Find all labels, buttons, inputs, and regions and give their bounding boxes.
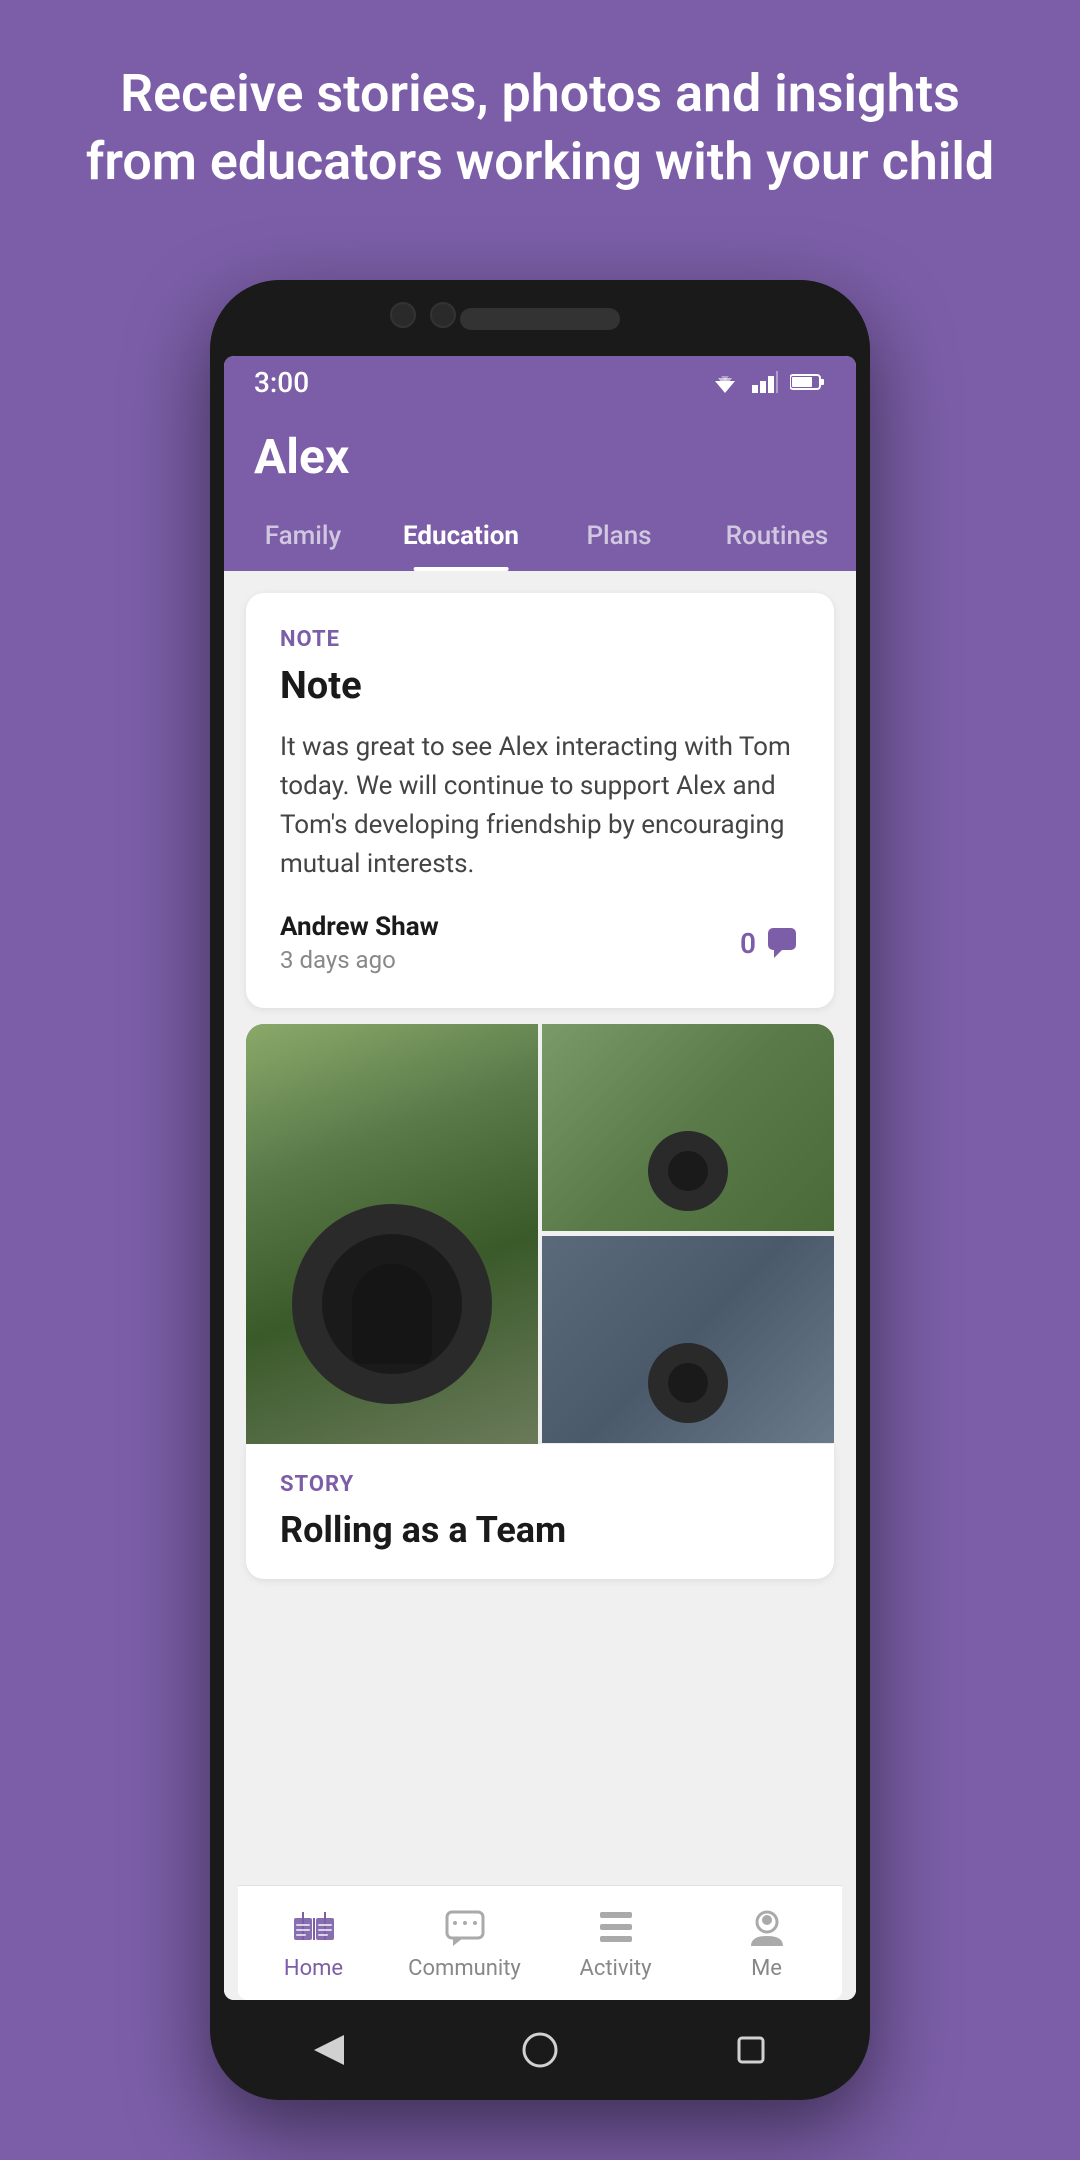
- nav-label-community: Community: [408, 1956, 521, 1981]
- comment-count: 0: [740, 927, 756, 960]
- community-svg: [443, 1908, 487, 1946]
- note-label: NOTE: [280, 627, 800, 652]
- phone-camera2: [430, 302, 456, 328]
- photo-bottom-right: [542, 1236, 834, 1443]
- recent-square-icon: [737, 2036, 765, 2064]
- app-title: Alex: [254, 428, 826, 501]
- community-icon: [439, 1906, 491, 1948]
- me-svg: [745, 1908, 789, 1946]
- battery-icon: [790, 373, 826, 391]
- activity-icon: [590, 1906, 642, 1948]
- note-card: NOTE Note It was great to see Alex inter…: [246, 593, 834, 1008]
- tab-family[interactable]: Family: [224, 501, 382, 571]
- home-svg: [292, 1908, 336, 1946]
- home-circle-icon: [522, 2032, 558, 2068]
- story-title: Rolling as a Team: [280, 1509, 800, 1551]
- note-body: It was great to see Alex interacting wit…: [280, 728, 800, 884]
- tab-plans[interactable]: Plans: [540, 501, 698, 571]
- phone-screen: 3:00: [224, 356, 856, 2000]
- content-area: NOTE Note It was great to see Alex inter…: [224, 571, 856, 2000]
- phone-bottom-bar: [224, 2000, 856, 2100]
- note-author: Andrew Shaw: [280, 912, 439, 942]
- nav-label-me: Me: [751, 1956, 782, 1981]
- nav-item-community[interactable]: Community: [389, 1906, 540, 1981]
- recent-button[interactable]: [731, 2030, 771, 2070]
- phone-frame: 3:00: [210, 280, 870, 2100]
- story-label: STORY: [280, 1472, 800, 1497]
- home-button[interactable]: [520, 2030, 560, 2070]
- app-header: Alex: [224, 408, 856, 501]
- home-icon: [288, 1906, 340, 1948]
- wifi-icon: [710, 371, 740, 393]
- phone-top: [210, 280, 870, 360]
- nav-label-home: Home: [284, 1956, 343, 1981]
- nav-item-me[interactable]: Me: [691, 1906, 842, 1981]
- phone-speaker: [460, 308, 620, 330]
- nav-item-home[interactable]: Home: [238, 1906, 389, 1981]
- note-footer: Andrew Shaw 3 days ago 0: [280, 912, 800, 974]
- note-author-section: Andrew Shaw 3 days ago: [280, 912, 439, 974]
- activity-svg: [594, 1908, 638, 1946]
- note-time: 3 days ago: [280, 946, 439, 974]
- photo-grid: [246, 1024, 834, 1444]
- signal-icon: [752, 371, 778, 393]
- note-title: Note: [280, 664, 800, 708]
- note-comments[interactable]: 0: [740, 926, 800, 960]
- photo-top-right: [542, 1024, 834, 1231]
- me-icon: [741, 1906, 793, 1948]
- photo-main: [246, 1024, 538, 1444]
- status-time: 3:00: [254, 366, 309, 399]
- nav-label-activity: Activity: [579, 1956, 651, 1981]
- back-button[interactable]: [309, 2030, 349, 2070]
- status-bar: 3:00: [224, 356, 856, 408]
- story-card: STORY Rolling as a Team: [246, 1444, 834, 1579]
- header-text: Receive stories, photos and insights fro…: [0, 60, 1080, 195]
- back-triangle-icon: [314, 2035, 344, 2065]
- tabs-container: Family Education Plans Routines: [224, 501, 856, 571]
- tab-routines[interactable]: Routines: [698, 501, 856, 571]
- phone-camera: [390, 302, 416, 328]
- comment-icon: [766, 926, 800, 960]
- status-icons: [710, 371, 826, 393]
- tab-education[interactable]: Education: [382, 501, 540, 571]
- nav-item-activity[interactable]: Activity: [540, 1906, 691, 1981]
- bottom-nav: Home Community: [238, 1885, 842, 2000]
